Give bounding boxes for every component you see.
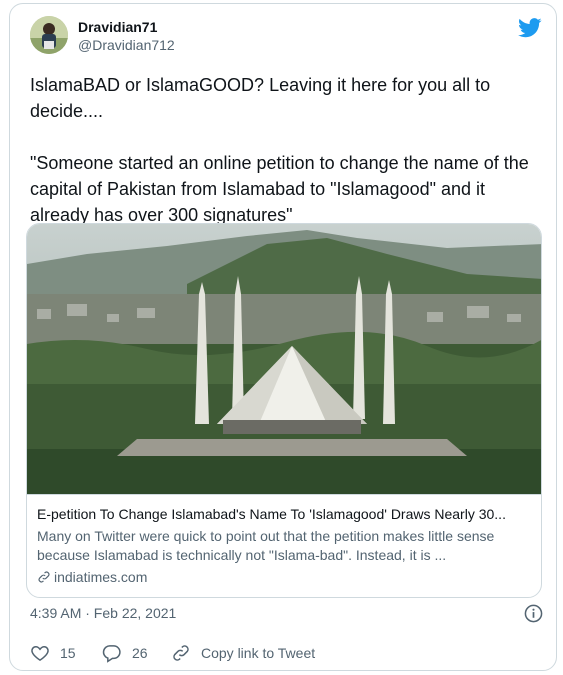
heart-icon: [31, 645, 49, 661]
link-description: Many on Twitter were quick to point out …: [37, 528, 495, 563]
speech-bubble-icon: [102, 645, 121, 663]
copy-link-label: Copy link to Tweet: [201, 645, 316, 661]
like-count: 15: [60, 645, 76, 661]
link-card-divider: [27, 494, 541, 495]
tweet-card[interactable]: Dravidian71 @Dravidian712 IslamaBAD or I…: [9, 3, 557, 671]
link-domain-text: indiatimes.com: [54, 569, 148, 585]
info-icon[interactable]: [524, 604, 543, 623]
link-icon: [173, 645, 189, 661]
tweet-timestamp[interactable]: 4:39 AM · Feb 22, 2021: [30, 605, 176, 621]
tweet-text: IslamaBAD or IslamaGOOD? Leaving it here…: [30, 75, 529, 225]
reply-button[interactable]: 26: [102, 641, 148, 665]
user-handle[interactable]: @Dravidian712: [78, 37, 175, 53]
tweet-header: Dravidian71 @Dravidian712: [30, 16, 542, 60]
link-domain[interactable]: indiatimes.com: [37, 569, 147, 585]
article-image[interactable]: [27, 224, 542, 494]
avatar[interactable]: [30, 16, 68, 54]
like-button[interactable]: 15: [30, 641, 76, 665]
tweet-actions: 15 26 Copy link to Tweet: [30, 641, 430, 665]
copy-link-button[interactable]: Copy link to Tweet: [171, 641, 315, 665]
link-icon: [38, 571, 50, 583]
link-title[interactable]: E-petition To Change Islamabad's Name To…: [37, 506, 533, 522]
twitter-bird-icon[interactable]: [518, 18, 542, 38]
link-preview-card[interactable]: E-petition To Change Islamabad's Name To…: [26, 223, 542, 598]
reply-count: 26: [132, 645, 148, 661]
display-name[interactable]: Dravidian71: [78, 19, 157, 35]
